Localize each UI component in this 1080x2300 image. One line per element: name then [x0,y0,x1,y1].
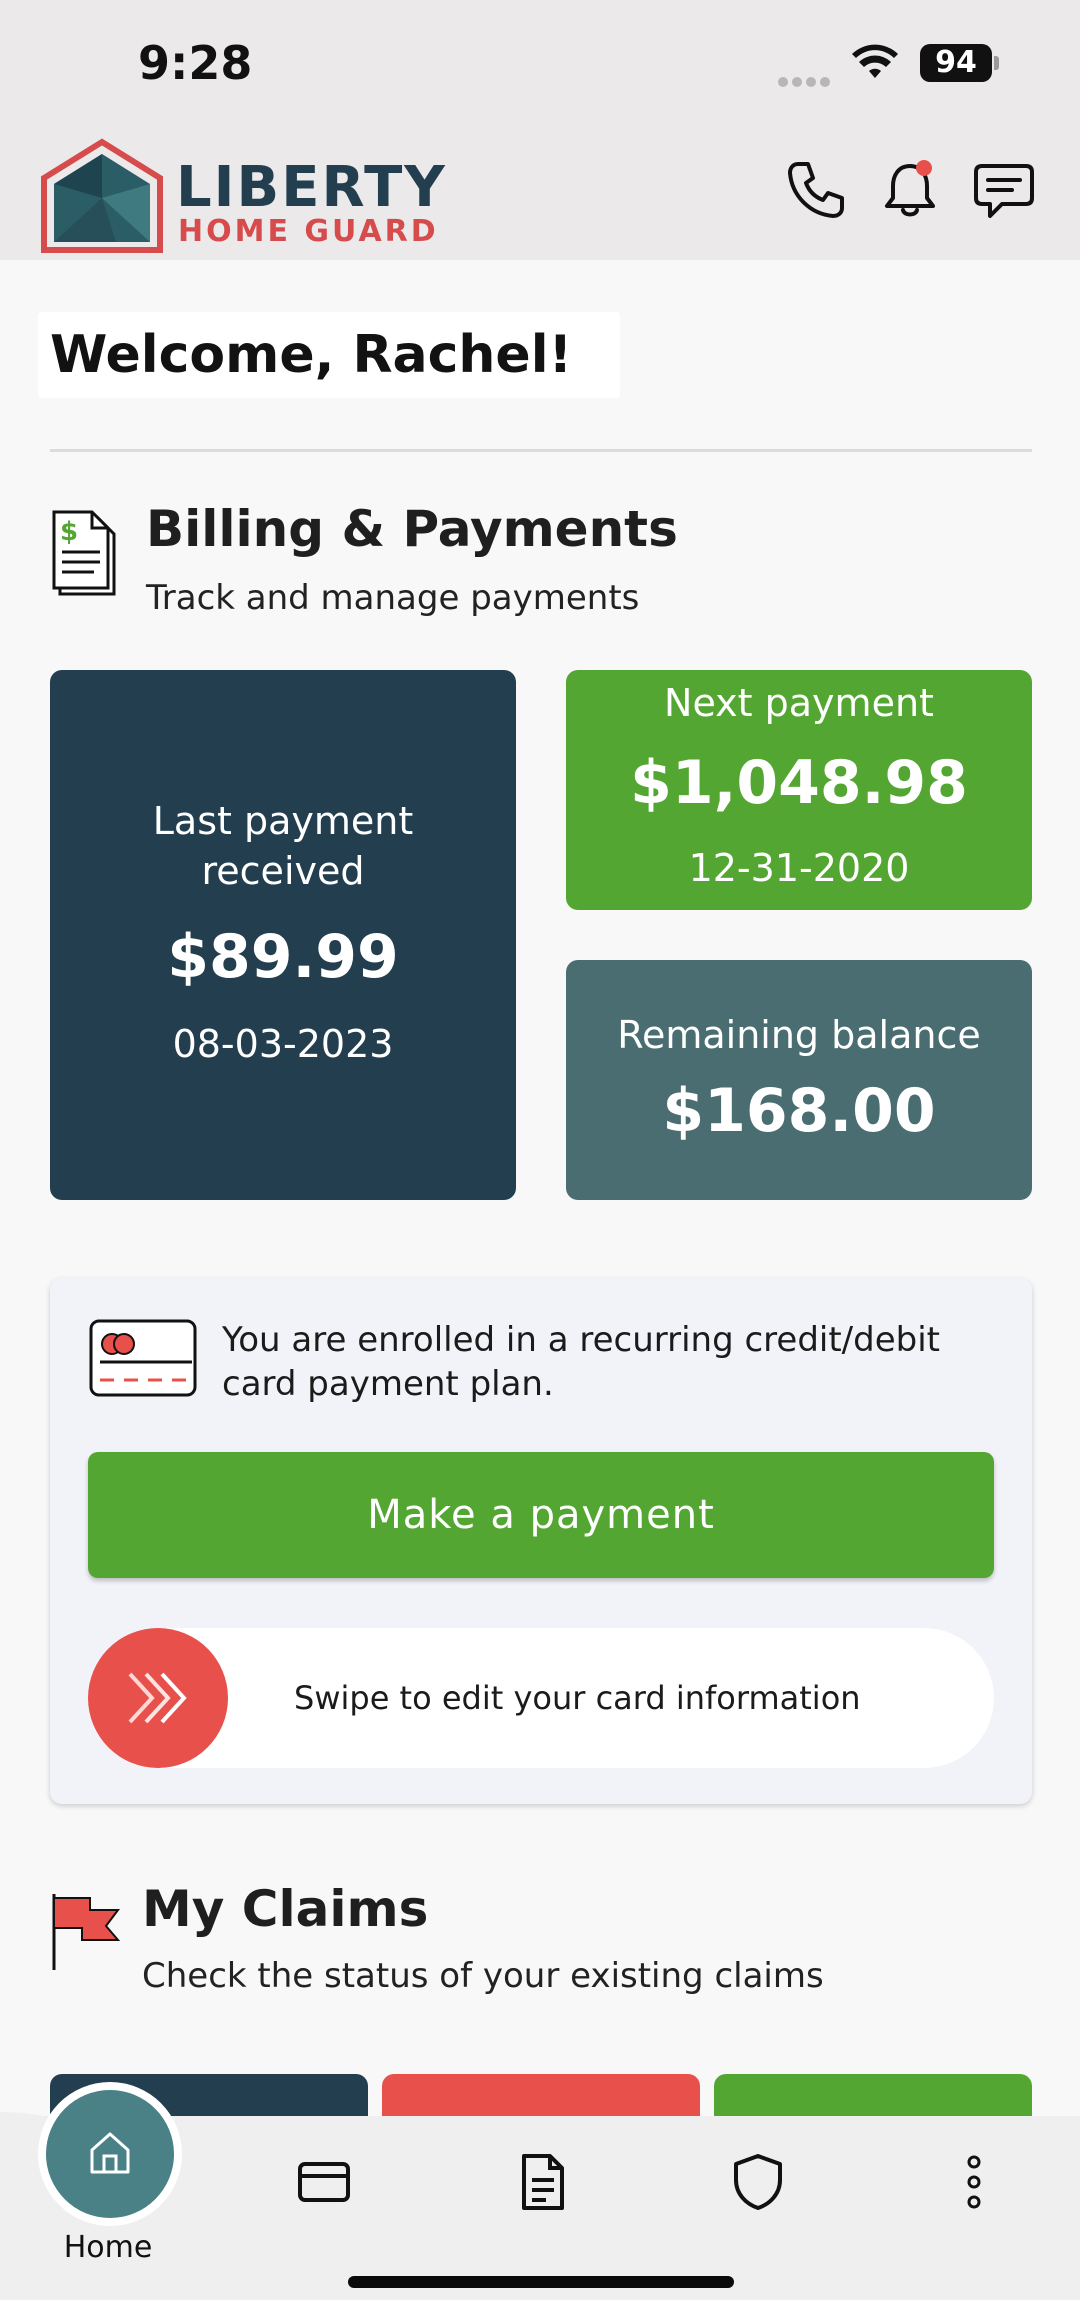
billing-document-icon: $ [52,510,116,596]
wifi-icon [852,44,898,78]
logo-title: LIBERTY [176,155,447,220]
enrollment-text: You are enrolled in a recurring credit/d… [222,1320,941,1404]
divider [50,449,1032,452]
last-payment-label: Last payment received [152,799,414,893]
status-time: 9:28 [138,36,253,90]
bell-icon[interactable] [878,158,942,222]
credit-card-icon [89,1319,197,1397]
make-payment-button[interactable]: Make a payment [88,1452,994,1578]
signal-icon [778,72,834,87]
next-payment-amount: $1,048.98 [630,748,968,818]
last-payment-amount: $89.99 [167,922,399,992]
swipe-label: Swipe to edit your card information [294,1679,861,1717]
status-bar: 9:28 94 [0,0,1080,130]
document-icon[interactable] [510,2150,574,2214]
remaining-balance-label: Remaining balance [617,1013,981,1057]
payment-plan-panel: You are enrolled in a recurring credit/d… [50,1278,1032,1804]
remaining-balance-card[interactable]: Remaining balance $168.00 [566,960,1032,1200]
flag-icon [52,1894,121,1970]
home-tab-label: Home [63,2230,153,2265]
home-indicator [348,2276,734,2288]
chevrons-right-icon [128,1672,187,1724]
last-payment-date: 08-03-2023 [172,1022,394,1066]
logo-subtitle: HOME GUARD [178,214,439,249]
card-icon[interactable] [292,2150,356,2214]
home-tab[interactable] [38,2082,182,2226]
more-icon[interactable] [942,2150,1006,2214]
app-header: LIBERTY HOME GUARD [0,130,1080,260]
shield-icon[interactable] [726,2150,790,2214]
swipe-handle[interactable] [88,1628,228,1768]
billing-title: Billing & Payments [146,500,678,558]
notification-badge [916,160,932,176]
home-icon [90,2132,130,2174]
next-payment-label: Next payment [664,681,934,725]
next-payment-date: 12-31-2020 [688,846,910,890]
claims-subtitle: Check the status of your existing claims [142,1956,824,1996]
last-payment-card[interactable]: Last payment received $89.99 08-03-2023 [50,670,516,1200]
next-payment-card[interactable]: Next payment $1,048.98 12-31-2020 [566,670,1032,910]
remaining-balance-amount: $168.00 [662,1076,936,1146]
swipe-edit-card-slider[interactable]: Swipe to edit your card information [88,1628,994,1768]
svg-text:$: $ [60,517,78,547]
logo-house-icon [41,138,163,253]
battery-indicator: 94 [920,44,992,82]
welcome-heading: Welcome, Rachel! [38,312,620,398]
claims-title: My Claims [142,1880,429,1938]
battery-tip [994,56,999,70]
phone-icon[interactable] [784,158,848,222]
billing-subtitle: Track and manage payments [146,578,640,618]
chat-icon[interactable] [972,158,1036,222]
